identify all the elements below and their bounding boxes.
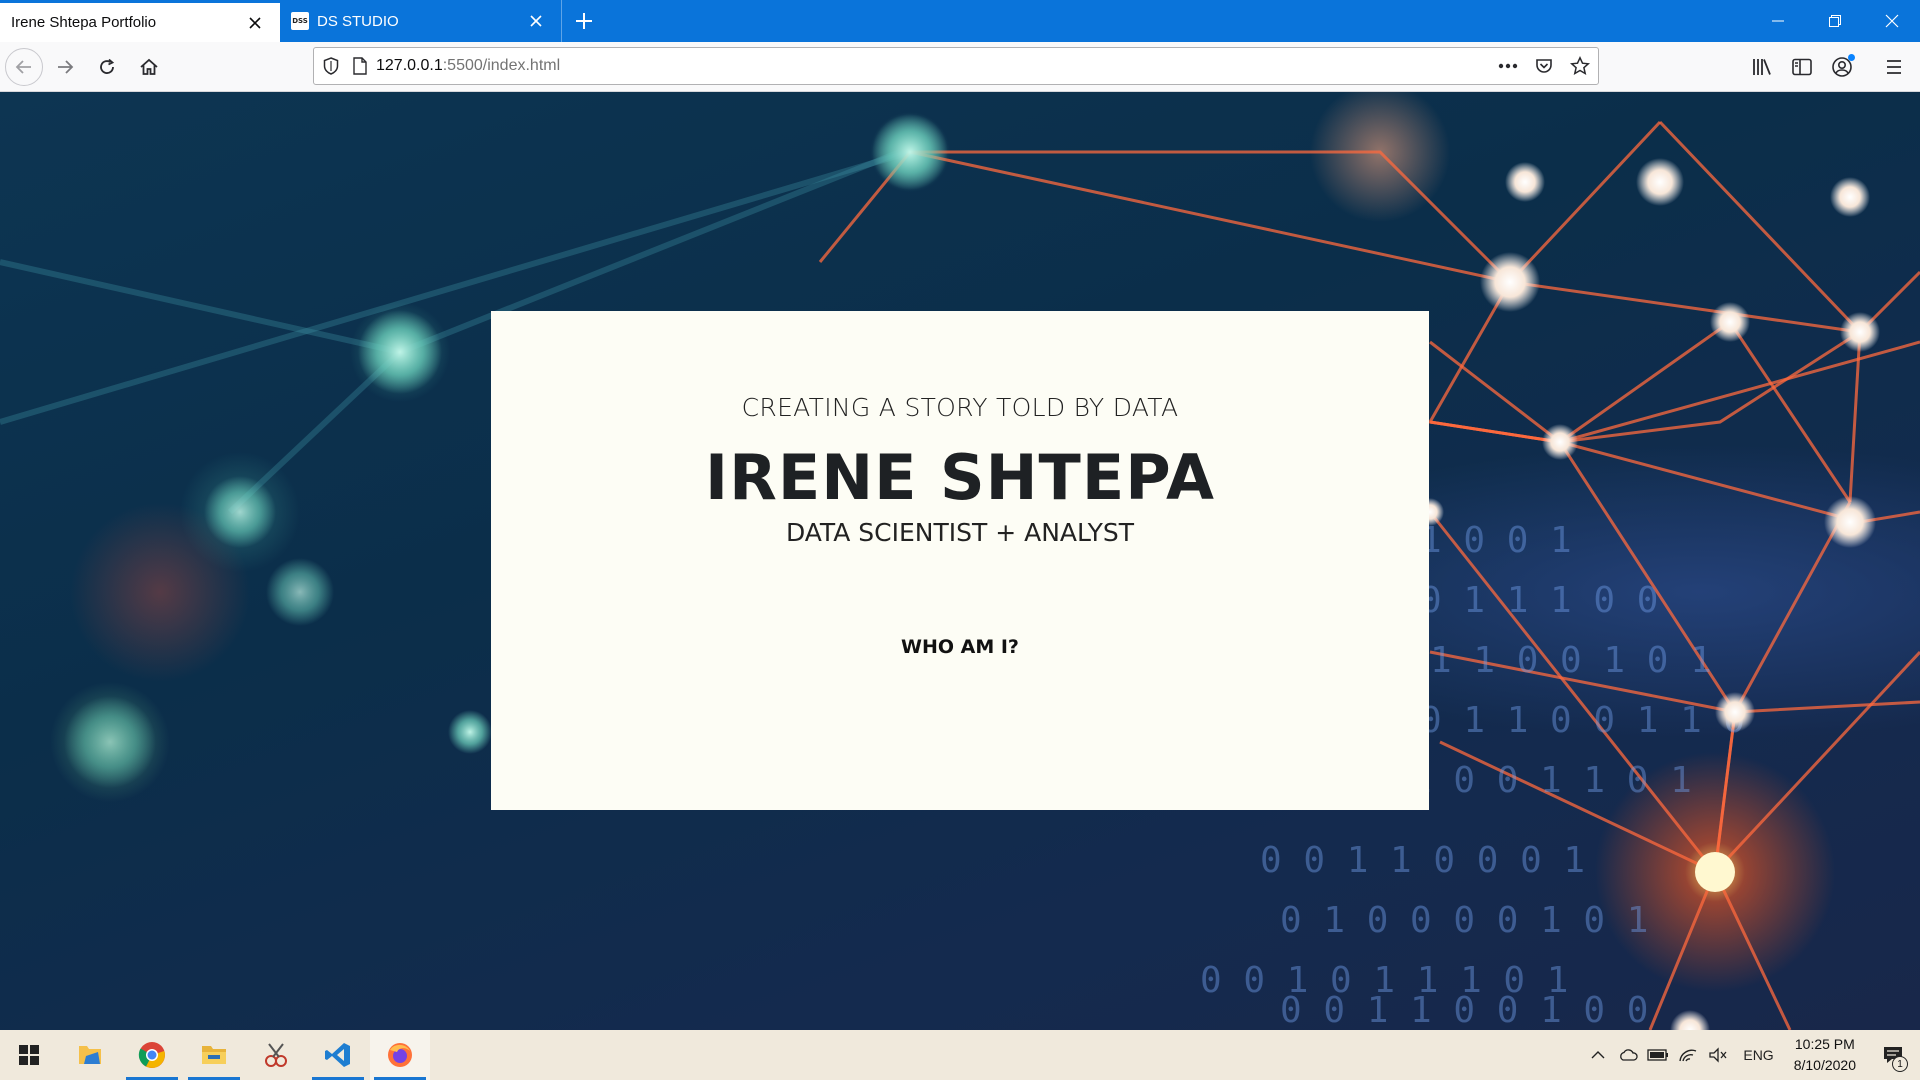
show-hidden-icons-button[interactable]	[1583, 1030, 1613, 1080]
svg-text:1 1 0 0 1 0 1: 1 1 0 0 1 0 1	[1430, 640, 1712, 681]
firefox-icon	[388, 1043, 412, 1067]
home-icon	[140, 58, 158, 75]
address-bar[interactable]: 127.0.0.1:5500/index.html	[313, 47, 1599, 85]
navigation-toolbar: 127.0.0.1:5500/index.html	[0, 42, 1920, 92]
reload-button[interactable]	[87, 47, 127, 87]
hero-card: CREATING A STORY TOLD BY DATA IRENE SHTE…	[491, 311, 1429, 810]
forward-arrow-icon	[58, 59, 74, 74]
tab-ds-studio[interactable]: DSS DS STUDIO	[280, 0, 562, 42]
battery-tray-icon[interactable]	[1643, 1030, 1673, 1080]
close-tab-icon[interactable]	[244, 12, 266, 34]
who-am-i-link[interactable]: WHO AM I?	[491, 636, 1429, 658]
home-button[interactable]	[129, 47, 169, 87]
system-tray: ENG 10:25 PM 8/10/2020 1	[1583, 1030, 1920, 1080]
tab-strip: Irene Shtepa Portfolio DSS DS STUDIO	[0, 0, 1920, 42]
chrome-icon	[138, 1042, 165, 1068]
dss-favicon-icon: DSS	[291, 12, 309, 30]
close-tab-icon[interactable]	[525, 10, 547, 32]
svg-text:0 1 0 0 0 0 1 0 1: 0 1 0 0 0 0 1 0 1	[1280, 900, 1648, 941]
minimize-icon	[1771, 20, 1784, 22]
library-icon	[1753, 59, 1771, 75]
toolbar-right	[1742, 47, 1920, 87]
forward-button[interactable]	[45, 47, 85, 87]
url-host: 127.0.0.1	[376, 57, 443, 74]
hero-name-heading: IRENE SHTEPA	[705, 441, 1215, 514]
page-actions-menu-icon[interactable]	[1490, 48, 1526, 84]
new-tab-button[interactable]	[562, 0, 606, 42]
file-explorer-icon	[202, 1046, 226, 1064]
plus-icon	[576, 13, 592, 29]
window-controls	[1749, 0, 1920, 42]
reload-icon	[100, 58, 115, 74]
svg-text:1 0 0 1 1 0 1: 1 0 0 1 1 0 1	[1410, 760, 1692, 801]
hero-role-subtitle: DATA SCIENTIST + ANALYST	[785, 518, 1135, 547]
page-info-icon[interactable]	[348, 48, 372, 84]
pocket-icon[interactable]	[1526, 48, 1562, 84]
minimize-button[interactable]	[1749, 0, 1806, 42]
tab-label: Irene Shtepa Portfolio	[11, 14, 157, 31]
windows-start-icon	[19, 1045, 39, 1065]
volume-tray-icon[interactable]	[1703, 1030, 1733, 1080]
sidebar-button[interactable]	[1782, 47, 1822, 87]
hero-tagline: CREATING A STORY TOLD BY DATA	[741, 393, 1179, 422]
account-notification-dot	[1848, 54, 1855, 61]
svg-text:0 1 1 1 0 0: 0 1 1 1 0 0	[1420, 580, 1658, 621]
taskbar-chrome[interactable]	[122, 1030, 182, 1080]
taskbar-vscode[interactable]	[308, 1030, 368, 1080]
restore-icon	[1828, 15, 1841, 27]
vscode-icon	[325, 1043, 350, 1067]
url-path: :5500/index.html	[442, 57, 561, 74]
input-language-indicator[interactable]: ENG	[1733, 1047, 1783, 1063]
cloud-icon	[1620, 1049, 1639, 1061]
close-window-button[interactable]	[1863, 0, 1920, 42]
clock-time: 10:25 PM	[1794, 1036, 1855, 1052]
menu-button[interactable]	[1874, 47, 1914, 87]
snipping-tool-icon	[265, 1043, 287, 1067]
windows-start-button[interactable]	[0, 1030, 58, 1080]
onedrive-tray-icon[interactable]	[1613, 1030, 1643, 1080]
volume-muted-icon	[1709, 1047, 1727, 1063]
tracking-protection-shield-icon[interactable]	[314, 48, 348, 84]
clock-date: 8/10/2020	[1793, 1057, 1856, 1073]
taskbar-firefox[interactable]	[370, 1030, 430, 1080]
restore-button[interactable]	[1806, 0, 1863, 42]
windows-taskbar: ENG 10:25 PM 8/10/2020 1	[0, 1030, 1920, 1080]
notification-count-badge: 1	[1892, 1056, 1908, 1072]
sidebar-icon	[1792, 58, 1812, 76]
action-center-button[interactable]: 1	[1866, 1030, 1920, 1080]
back-arrow-icon	[15, 59, 31, 74]
svg-text:0 0 1 1 0 0 1 0 0: 0 0 1 1 0 0 1 0 0	[1280, 990, 1648, 1030]
close-icon	[1885, 14, 1898, 28]
tab-label: DS STUDIO	[317, 12, 399, 30]
svg-text:1 0 0 1: 1 0 0 1	[1420, 520, 1572, 561]
account-button[interactable]	[1822, 47, 1862, 87]
svg-text:0 1 1 0 0 1 1 0: 0 1 1 0 0 1 1 0	[1420, 700, 1745, 741]
battery-icon	[1647, 1049, 1669, 1061]
bookmark-star-icon[interactable]	[1562, 48, 1598, 84]
url-text[interactable]: 127.0.0.1:5500/index.html	[376, 57, 1490, 75]
taskbar-snipping-tool[interactable]	[246, 1030, 306, 1080]
taskbar-file-explorer[interactable]	[184, 1030, 244, 1080]
page-viewport: 1 0 0 1 0 1 1 1 0 0 1 1 0 0 1 0 1 0 1 1 …	[0, 92, 1920, 1030]
library-button[interactable]	[1742, 47, 1782, 87]
taskbar-file-manager[interactable]	[60, 1030, 120, 1080]
wifi-tray-icon[interactable]	[1673, 1030, 1703, 1080]
hamburger-menu-icon	[1887, 60, 1901, 74]
back-button[interactable]	[5, 47, 43, 86]
svg-text:0 0 1 1 0 0 0 1: 0 0 1 1 0 0 0 1	[1260, 840, 1585, 881]
file-manager-icon	[79, 1046, 101, 1064]
chevron-up-icon	[1591, 1051, 1605, 1059]
system-clock[interactable]: 10:25 PM 8/10/2020	[1784, 1034, 1866, 1076]
tab-irene-portfolio[interactable]: Irene Shtepa Portfolio	[0, 3, 280, 42]
wifi-icon	[1679, 1049, 1697, 1062]
